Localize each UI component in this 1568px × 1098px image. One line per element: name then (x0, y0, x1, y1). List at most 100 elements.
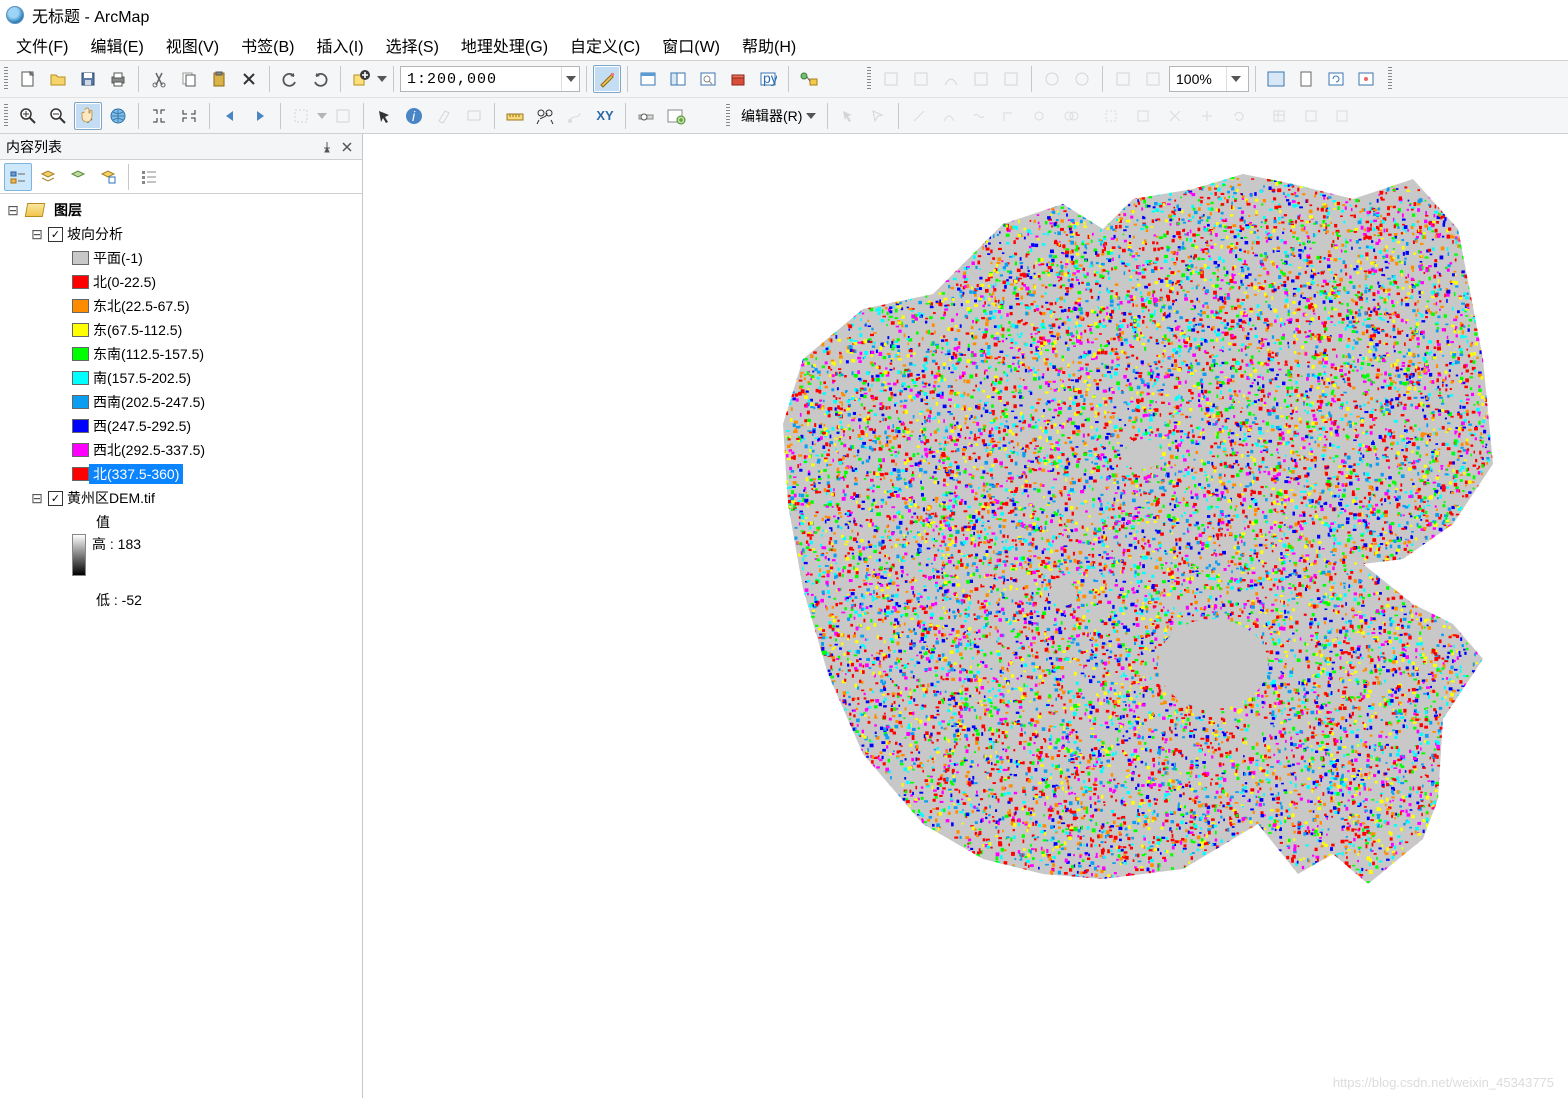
pin-icon[interactable] (318, 138, 336, 156)
georef-3-button[interactable] (937, 65, 965, 93)
prev-extent-button[interactable] (216, 102, 244, 130)
list-by-selection-button[interactable] (94, 163, 122, 191)
legend-label[interactable]: 东南(112.5-157.5) (89, 344, 204, 364)
georef-4-button[interactable] (967, 65, 995, 93)
georef-5-button[interactable] (997, 65, 1025, 93)
toolbar-grip[interactable] (4, 67, 8, 91)
toc-button[interactable] (634, 65, 662, 93)
menu-insert[interactable]: 插入(I) (306, 29, 373, 61)
zoom-out-button[interactable] (44, 102, 72, 130)
refresh-view-button[interactable] (1322, 65, 1350, 93)
time-slider-button[interactable] (632, 102, 660, 130)
modelbuilder-button[interactable] (795, 65, 823, 93)
create-viewer-button[interactable] (662, 102, 690, 130)
distance-distance-button[interactable] (1057, 102, 1085, 130)
layer-visibility-checkbox[interactable] (48, 491, 63, 506)
create-features-button[interactable] (1328, 102, 1356, 130)
sketch-properties-button[interactable] (1297, 102, 1325, 130)
full-extent-button[interactable] (104, 102, 132, 130)
search-window-button[interactable] (694, 65, 722, 93)
goto-xy-button[interactable]: XY (591, 102, 619, 130)
pause-drawing-button[interactable] (1352, 65, 1380, 93)
catalog-button[interactable] (664, 65, 692, 93)
georef-6-button[interactable] (1038, 65, 1066, 93)
menu-select[interactable]: 选择(S) (376, 29, 449, 61)
trace-button[interactable] (965, 102, 993, 130)
midpoint-button[interactable] (1025, 102, 1053, 130)
georef-8-button[interactable] (1109, 65, 1137, 93)
edit-vertices-button[interactable] (1097, 102, 1125, 130)
cut-button[interactable] (145, 65, 173, 93)
map-scale-input[interactable] (401, 67, 561, 91)
end-point-arc-button[interactable] (935, 102, 963, 130)
menu-customize[interactable]: 自定义(C) (560, 29, 650, 61)
hyperlink-button[interactable] (430, 102, 458, 130)
select-elements-button[interactable] (370, 102, 398, 130)
menu-geoprocessing[interactable]: 地理处理(G) (451, 29, 558, 61)
close-icon[interactable] (338, 138, 356, 156)
legend-label[interactable]: 西(247.5-292.5) (89, 416, 191, 436)
python-button[interactable]: py (754, 65, 782, 93)
cut-polygons-button[interactable] (1161, 102, 1189, 130)
menu-help[interactable]: 帮助(H) (732, 29, 806, 61)
list-by-visibility-button[interactable] (64, 163, 92, 191)
new-document-button[interactable] (14, 65, 42, 93)
tree-root-label[interactable]: 图层 (50, 200, 82, 220)
clear-selection-button[interactable] (329, 102, 357, 130)
legend-label[interactable]: 东(67.5-112.5) (89, 320, 182, 340)
straight-segment-button[interactable] (905, 102, 933, 130)
options-button[interactable] (135, 163, 163, 191)
edit-tool-button[interactable] (834, 102, 862, 130)
menu-file[interactable]: 文件(F) (6, 29, 78, 61)
html-popup-button[interactable] (460, 102, 488, 130)
scale-chevron-icon[interactable] (561, 67, 579, 91)
zoom-pct-combo[interactable] (1169, 66, 1249, 92)
fixed-zoom-in-button[interactable] (145, 102, 173, 130)
delete-button[interactable] (235, 65, 263, 93)
zoom-chevron-icon[interactable] (1226, 67, 1244, 91)
next-extent-button[interactable] (246, 102, 274, 130)
edit-annotation-button[interactable] (864, 102, 892, 130)
arctoolbox-button[interactable] (724, 65, 752, 93)
map-view[interactable]: https://blog.csdn.net/weixin_45343775 (363, 134, 1568, 1098)
add-data-chevron[interactable] (377, 76, 387, 82)
data-view-button[interactable] (1262, 65, 1290, 93)
legend-label[interactable]: 南(157.5-202.5) (89, 368, 191, 388)
attributes-button[interactable] (1265, 102, 1293, 130)
toolbar-grip[interactable] (726, 104, 730, 128)
zoom-pct-input[interactable] (1170, 67, 1226, 91)
fixed-zoom-out-button[interactable] (175, 102, 203, 130)
editor-toolbar-toggle[interactable] (593, 65, 621, 93)
find-route-button[interactable] (561, 102, 589, 130)
zoom-in-button[interactable] (14, 102, 42, 130)
georef-7-button[interactable] (1068, 65, 1096, 93)
select-features-button[interactable] (287, 102, 315, 130)
list-by-source-button[interactable] (34, 163, 62, 191)
menu-window[interactable]: 窗口(W) (652, 29, 730, 61)
collapse-icon[interactable]: ⊟ (30, 491, 44, 505)
map-scale-combo[interactable] (400, 66, 580, 92)
menu-edit[interactable]: 编辑(E) (80, 29, 153, 61)
legend-label[interactable]: 西南(202.5-247.5) (89, 392, 205, 412)
list-by-drawing-order-button[interactable] (4, 163, 32, 191)
paste-button[interactable] (205, 65, 233, 93)
layer-dem-label[interactable]: 黄州区DEM.tif (63, 488, 155, 508)
add-data-button[interactable] (347, 65, 375, 93)
redo-button[interactable] (306, 65, 334, 93)
toolbar-grip[interactable] (4, 104, 8, 128)
find-button[interactable] (531, 102, 559, 130)
save-button[interactable] (74, 65, 102, 93)
legend-label[interactable]: 西北(292.5-337.5) (89, 440, 205, 460)
toolbar-grip[interactable] (867, 67, 871, 91)
menu-view[interactable]: 视图(V) (156, 29, 229, 61)
georef-2-button[interactable] (907, 65, 935, 93)
legend-label[interactable]: 北(0-22.5) (89, 272, 156, 292)
split-button[interactable] (1193, 102, 1221, 130)
right-angle-button[interactable] (995, 102, 1023, 130)
layout-view-button[interactable] (1292, 65, 1320, 93)
pan-button[interactable] (74, 102, 102, 130)
collapse-icon[interactable]: ⊟ (30, 227, 44, 241)
measure-button[interactable] (501, 102, 529, 130)
legend-label[interactable]: 东北(22.5-67.5) (89, 296, 189, 316)
reshape-button[interactable] (1129, 102, 1157, 130)
